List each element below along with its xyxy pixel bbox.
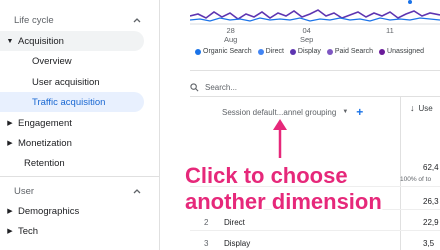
- chevron-up-icon[interactable]: [132, 15, 142, 25]
- sidebar-item-user-acquisition[interactable]: User acquisition: [0, 72, 150, 92]
- legend-dot-icon: [195, 48, 201, 55]
- legend-item-direct[interactable]: Direct: [257, 48, 284, 55]
- sidebar-item-overview[interactable]: Overview: [0, 51, 150, 71]
- legend-item-unassigned[interactable]: Unassigned: [379, 48, 424, 55]
- row-number: 2: [204, 218, 209, 227]
- total-value: 62,4: [423, 163, 439, 172]
- sidebar-item-label: Tech: [18, 225, 39, 237]
- sidebar-item-label: Demographics: [18, 205, 80, 217]
- legend-dot-icon: [379, 48, 386, 55]
- legend-item-display[interactable]: Display: [289, 48, 321, 55]
- row-value: 22,9: [423, 218, 439, 227]
- add-dimension-icon[interactable]: +: [356, 105, 363, 119]
- row-label: Direct: [224, 218, 245, 227]
- x-axis-label: 28 Aug: [224, 26, 238, 44]
- sort-arrow-down-icon: ↓: [410, 103, 415, 113]
- dimension-column-header[interactable]: Session default...annel grouping ▼ +: [222, 105, 363, 119]
- section-divider: [190, 70, 440, 71]
- sidebar-item-acquisition[interactable]: ▼ Acquisition: [0, 31, 144, 51]
- sidebar-item-label: Traffic acquisition: [32, 96, 106, 108]
- row-divider: [190, 230, 440, 231]
- chart-series-line: [190, 17, 440, 22]
- x-axis-label: 11: [386, 26, 394, 35]
- row-label: Display: [224, 239, 251, 248]
- annotation-line-1: Click to choose: [185, 163, 348, 188]
- sidebar-item-label: Monetization: [18, 137, 72, 149]
- caret-right-icon: ▶: [7, 208, 13, 215]
- lifecycle-header-label: Life cycle: [14, 14, 54, 26]
- chart-legend: Organic Search Direct Display Paid Searc…: [195, 48, 424, 55]
- sidebar-item-tech[interactable]: ▶ Tech: [0, 221, 150, 241]
- chart-point-marker: [408, 0, 412, 4]
- user-header-label: User: [14, 185, 35, 197]
- row-number: 3: [204, 239, 209, 248]
- sidebar-item-label: User acquisition: [32, 76, 100, 88]
- legend-dot-icon: [289, 48, 296, 55]
- sidebar-item-traffic-acquisition[interactable]: Traffic acquisition: [0, 92, 144, 112]
- search-placeholder: Search...: [205, 82, 238, 92]
- dropdown-arrow-icon[interactable]: ▼: [342, 109, 348, 115]
- legend-item-paid-search[interactable]: Paid Search: [326, 48, 373, 55]
- sidebar-item-label: Retention: [24, 157, 65, 169]
- caret-right-icon: ▶: [7, 228, 13, 235]
- sidebar-item-monetization[interactable]: ▶ Monetization: [0, 133, 150, 153]
- table-search-input[interactable]: Search...: [190, 78, 390, 96]
- caret-right-icon: ▶: [7, 140, 13, 147]
- user-section-header[interactable]: User: [0, 181, 150, 201]
- chart-series-line: [190, 9, 440, 20]
- annotation-arrow-icon: [273, 119, 287, 158]
- search-icon: [190, 82, 199, 91]
- caret-right-icon: ▶: [7, 120, 13, 127]
- sidebar-nav: Life cycle ▼ Acquisition Overview User a…: [0, 0, 160, 250]
- chevron-up-icon[interactable]: [132, 186, 142, 196]
- sidebar-divider: [0, 176, 160, 177]
- row-value: 3,5: [423, 239, 435, 248]
- total-percent: 100% of to: [400, 176, 432, 183]
- metric-column-header[interactable]: ↓ Use: [410, 103, 433, 113]
- table-row[interactable]: 2 Direct 22,9: [190, 212, 440, 232]
- sidebar-item-label: Overview: [32, 55, 72, 67]
- legend-dot-icon: [257, 48, 264, 55]
- annotation-callout: Click to choose another dimension: [185, 163, 382, 215]
- sidebar-item-demographics[interactable]: ▶ Demographics: [0, 201, 150, 221]
- x-axis-label: 04 Sep: [300, 26, 314, 44]
- sidebar-item-engagement[interactable]: ▶ Engagement: [0, 113, 150, 133]
- annotation-line-2: another dimension: [185, 189, 382, 214]
- legend-item-organic-search[interactable]: Organic Search: [195, 48, 252, 55]
- lifecycle-section-header[interactable]: Life cycle: [0, 10, 150, 30]
- sidebar-item-retention[interactable]: Retention: [0, 153, 150, 173]
- dimension-header-label: Session default...annel grouping: [222, 107, 337, 117]
- table-header-divider: [190, 96, 440, 97]
- sidebar-item-label: Acquisition: [18, 35, 64, 47]
- caret-down-icon: ▼: [6, 37, 14, 45]
- metric-header-label: Use: [418, 103, 433, 113]
- table-row[interactable]: 3 Display 3,5: [190, 233, 440, 250]
- legend-dot-icon: [326, 48, 333, 55]
- row-value: 26,3: [423, 197, 439, 206]
- sidebar-item-label: Engagement: [18, 117, 72, 129]
